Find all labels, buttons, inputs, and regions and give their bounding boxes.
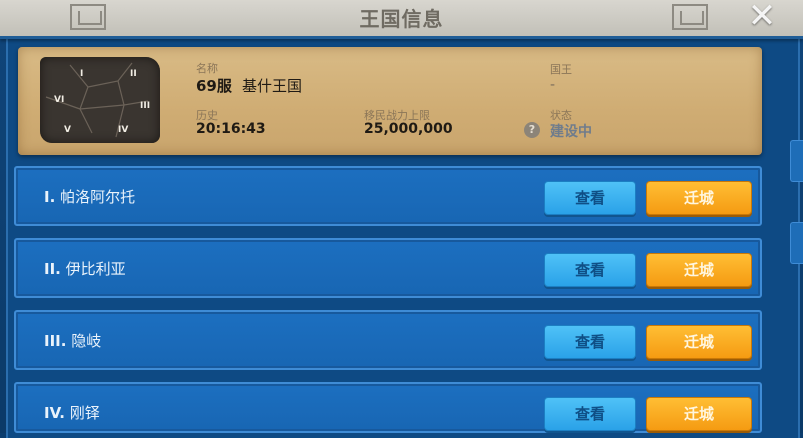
server-number: 69服	[196, 77, 232, 95]
region-row: III. 隐岐 查看 迁城	[14, 310, 762, 370]
kingdom-map[interactable]: I II III IV V VI	[40, 57, 160, 143]
region-numeral: II.	[44, 260, 61, 278]
relocate-city-button[interactable]: 迁城	[646, 325, 752, 359]
region-label: 帕洛阿尔托	[60, 188, 136, 206]
region-label: 伊比利亚	[65, 260, 126, 278]
side-tab	[790, 222, 803, 264]
migration-limit-value: 25,000,000	[364, 121, 453, 137]
kingdom-name: 基什王国	[242, 77, 303, 95]
region-label: 隐岐	[71, 332, 102, 350]
relocate-city-button[interactable]: 迁城	[646, 397, 752, 431]
region-numeral: IV.	[44, 404, 65, 422]
map-region-label: IV	[118, 125, 129, 135]
map-region-label: I	[80, 69, 84, 79]
map-region-label: VI	[54, 95, 65, 105]
view-button[interactable]: 查看	[544, 181, 636, 215]
map-region-label: II	[130, 69, 137, 79]
map-region-label: V	[64, 125, 71, 135]
ornament-icon	[672, 4, 708, 30]
region-row: IV. 刚铎 查看 迁城	[14, 382, 762, 433]
relocate-city-button[interactable]: 迁城	[646, 181, 752, 215]
region-name: IV. 刚铎	[44, 402, 100, 423]
close-button[interactable]: ✕	[744, 0, 780, 34]
title-bar: 王国信息	[0, 0, 803, 39]
name-label: 名称	[196, 62, 218, 75]
region-name: I. 帕洛阿尔托	[44, 186, 135, 207]
region-name: III. 隐岐	[44, 330, 101, 351]
region-name: II. 伊比利亚	[44, 258, 126, 279]
region-numeral: III.	[44, 332, 67, 350]
relocate-city-button[interactable]: 迁城	[646, 253, 752, 287]
region-row: II. 伊比利亚 查看 迁城	[14, 238, 762, 298]
region-label: 刚铎	[69, 404, 100, 422]
view-button[interactable]: 查看	[544, 325, 636, 359]
view-button[interactable]: 查看	[544, 397, 636, 431]
help-icon[interactable]: ?	[524, 122, 540, 138]
history-value: 20:16:43	[196, 121, 266, 137]
map-region-label: III	[140, 101, 151, 111]
king-label: 国王	[550, 63, 572, 76]
region-row: I. 帕洛阿尔托 查看 迁城	[14, 166, 762, 226]
side-tab	[790, 140, 803, 182]
king-value: -	[550, 77, 556, 93]
region-numeral: I.	[44, 188, 56, 206]
status-value: 建设中	[550, 124, 592, 140]
view-button[interactable]: 查看	[544, 253, 636, 287]
kingdom-info-card: I II III IV V VI 名称 69服 基什王国 历史 20:16:43…	[18, 47, 762, 155]
